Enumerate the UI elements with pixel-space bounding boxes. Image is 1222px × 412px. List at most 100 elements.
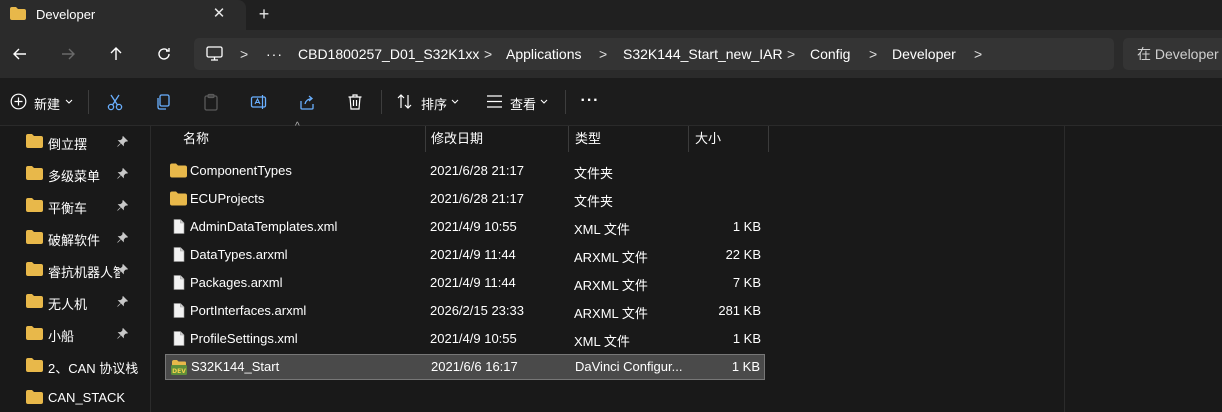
new-button[interactable]: 新建 [10,90,76,114]
file-date: 2021/6/28 21:17 [430,163,524,178]
column-divider[interactable] [568,126,569,152]
file-date: 2026/2/15 23:33 [430,303,524,318]
sidebar-item-label: 倒立摆 [48,137,88,152]
up-button[interactable] [102,40,130,68]
file-row[interactable]: AdminDataTemplates.xml 2021/4/9 10:55 XM… [165,214,765,240]
pin-icon [117,232,128,243]
file-type: XML 文件 [574,334,630,349]
folder-icon [26,358,43,372]
delete-button[interactable] [345,92,365,112]
file-size: 1 KB [732,331,761,346]
file-size: 22 KB [725,247,761,262]
file-name: S32K144_Start [191,359,280,374]
file-date: 2021/4/9 10:55 [430,331,517,346]
file-name: DataTypes.arxml [190,247,288,262]
scissors-icon [107,94,123,111]
sidebar-item[interactable]: CAN_STACK [0,382,150,412]
new-tab-button[interactable]: + [254,4,274,24]
sidebar-item[interactable]: 多级菜单 [0,158,150,190]
file-name: ECUProjects [190,191,265,206]
file-row[interactable]: ProfileSettings.xml 2021/4/9 10:55 XML 文… [165,326,765,352]
paste-button[interactable] [201,92,221,112]
pin-icon [117,200,128,211]
folder-icon [26,326,43,340]
sidebar-item[interactable]: 平衡车 [0,190,150,222]
pin-icon [117,328,128,339]
breadcrumb-item[interactable]: CBD1800257_D01_S32K1xx [298,38,479,70]
sidebar-item[interactable]: 无人机 [0,286,150,318]
back-button[interactable] [6,40,34,68]
breadcrumb-item[interactable]: Config [810,38,850,70]
file-row[interactable]: ComponentTypes 2021/6/28 21:17 文件夹 [165,158,765,184]
chevron-down-icon [540,99,548,104]
cut-button[interactable] [105,92,125,112]
pin-icon [117,136,128,147]
file-row[interactable]: PortInterfaces.arxml 2026/2/15 23:33 ARX… [165,298,765,324]
toolbar-divider [88,90,89,114]
breadcrumb-separator[interactable]: > [484,38,492,70]
sidebar-item[interactable]: 2、CAN 协议栈 [0,350,150,382]
folder-icon [26,166,43,180]
file-row[interactable]: ECUProjects 2021/6/28 21:17 文件夹 [165,186,765,212]
refresh-button[interactable] [150,40,178,68]
toolbar-divider [565,90,566,114]
breadcrumb-item[interactable]: Applications [506,38,582,70]
file-row[interactable]: DataTypes.arxml 2021/4/9 11:44 ARXML 文件 … [165,242,765,268]
tab-developer[interactable]: Developer ✕ [0,0,246,30]
more-options-button[interactable]: ··· [578,91,602,111]
column-header-name[interactable]: 名称 [183,126,423,152]
breadcrumb-overflow[interactable]: ··· [266,38,283,70]
rename-button[interactable] [249,92,269,112]
search-input[interactable]: 在 Developer 中搜索 [1123,38,1222,70]
file-icon [173,331,185,346]
forward-button[interactable] [54,40,82,68]
breadcrumb-separator[interactable]: > [869,38,877,70]
share-button[interactable] [297,92,317,112]
arrow-left-icon [13,48,26,60]
breadcrumb-separator[interactable]: > [974,38,982,70]
column-header-type[interactable]: 类型 [575,126,685,152]
sidebar-item[interactable]: 倒立摆 [0,126,150,158]
close-tab-icon[interactable]: ✕ [210,5,228,23]
folder-icon [26,134,43,148]
file-type: ARXML 文件 [574,278,648,293]
file-row-selected[interactable]: DEV S32K144_Start 2021/6/6 16:17 DaVinci… [165,354,765,380]
breadcrumb-item[interactable]: Developer [892,38,956,70]
toolbar-divider [381,90,382,114]
column-divider[interactable] [425,126,426,152]
breadcrumb-separator: > [240,46,249,62]
copy-icon [157,94,170,110]
sidebar-item-label: 破解软件 [48,233,101,248]
file-size: 1 KB [732,219,761,234]
file-row[interactable]: Packages.arxml 2021/4/9 11:44 ARXML 文件 7… [165,270,765,296]
refresh-icon [158,48,170,60]
breadcrumb-separator[interactable]: > [787,38,795,70]
breadcrumb-separator[interactable]: > [599,38,607,70]
pin-icon [117,168,128,179]
sidebar-item[interactable]: 破解软件 [0,222,150,254]
sidebar-item-label: CAN_STACK [48,390,126,405]
folder-icon [170,191,187,206]
list-view-icon [487,95,502,108]
view-button-label: 查看 [510,97,537,112]
view-button[interactable]: 查看 [486,90,550,114]
sidebar-item[interactable]: 小船 [0,318,150,350]
file-size: 1 KB [731,359,760,374]
sort-button[interactable]: 排序 [396,90,460,114]
sidebar-item-label: 睿抗机器人智 [48,265,120,280]
address-bar[interactable]: > ··· CBD1800257_D01_S32K1xx > Applicati… [194,38,1114,70]
column-divider[interactable] [688,126,689,152]
sidebar-item[interactable]: 睿抗机器人智 [0,254,150,286]
monitor-icon [206,46,223,61]
breadcrumb-item[interactable]: S32K144_Start_new_IAR [623,38,783,70]
column-header-size[interactable]: 大小 [695,126,765,152]
file-type: ARXML 文件 [574,250,648,265]
copy-button[interactable] [153,92,173,112]
column-divider[interactable] [768,126,769,152]
sidebar-item-label: 小船 [48,329,75,344]
folder-icon [10,7,26,20]
chevron-down-icon [65,99,73,104]
folder-icon [26,390,43,404]
column-header-date[interactable]: 修改日期 [431,126,566,152]
navigation-bar: > ··· CBD1800257_D01_S32K1xx > Applicati… [0,30,1222,78]
